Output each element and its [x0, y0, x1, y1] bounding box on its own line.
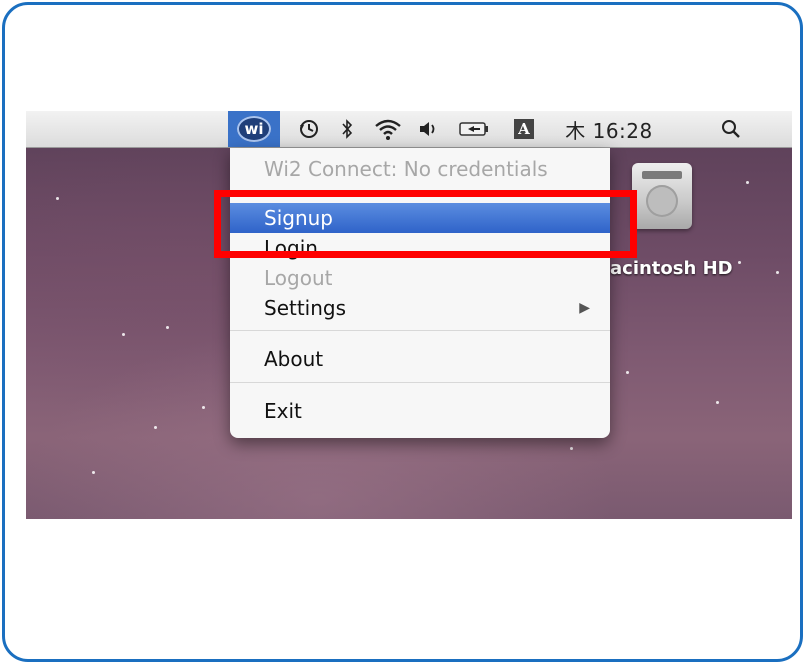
hard-drive-slot — [642, 171, 682, 179]
input-menu-glyph: A — [514, 119, 534, 139]
wifi-icon[interactable] — [370, 111, 406, 147]
menu-item-settings[interactable]: Settings ▶ — [230, 293, 610, 323]
hard-drive-circle — [646, 185, 678, 217]
menu-bar: wi A 木 16:28 — [26, 111, 792, 148]
menu-item-logout: Logout — [264, 266, 333, 290]
menu-header-status: Wi2 Connect: No credentials — [264, 157, 548, 181]
hard-drive-label[interactable]: acintosh HD — [610, 258, 733, 279]
annotation-highlight-box — [214, 190, 637, 258]
menubar-clock[interactable]: 木 16:28 — [554, 111, 664, 147]
input-menu-icon[interactable]: A — [510, 111, 538, 147]
menu-item-settings-label: Settings — [264, 296, 347, 320]
battery-icon[interactable] — [454, 111, 494, 147]
time-machine-icon[interactable] — [292, 111, 326, 147]
wi2-icon[interactable]: wi — [228, 111, 280, 147]
volume-icon[interactable] — [414, 111, 444, 147]
menu-separator — [230, 382, 610, 383]
menu-item-exit[interactable]: Exit — [230, 396, 610, 426]
wi2-badge: wi — [237, 116, 271, 142]
bluetooth-icon[interactable] — [334, 111, 360, 147]
submenu-arrow-icon: ▶ — [579, 300, 590, 316]
menu-item-about[interactable]: About — [230, 344, 610, 374]
menu-separator — [230, 330, 610, 331]
hard-drive-icon[interactable] — [632, 163, 692, 229]
desktop-screen: wi A 木 16:28 acintosh HD Wi2 Connect: No… — [26, 111, 792, 519]
spotlight-icon[interactable] — [716, 111, 746, 147]
